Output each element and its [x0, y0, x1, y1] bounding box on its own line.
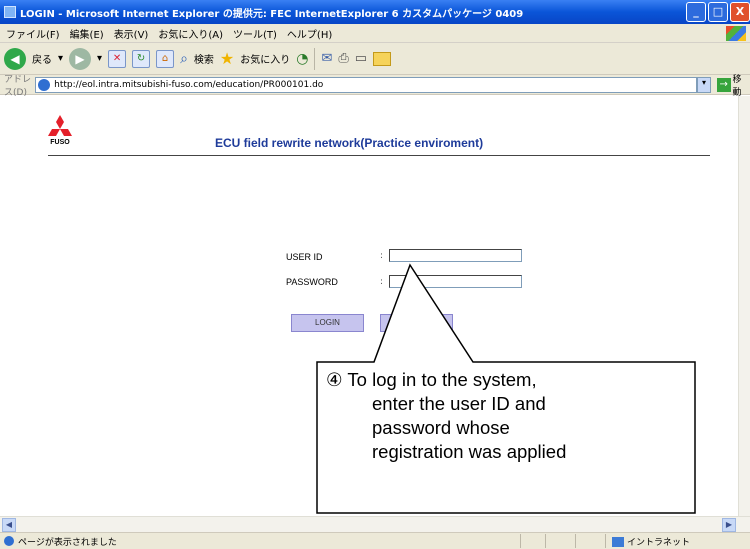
page-loaded-icon: [4, 536, 14, 546]
forward-dropdown-icon[interactable]: ▾: [97, 53, 102, 64]
address-bar: アドレス(D) http://eol.intra.mitsubishi-fuso…: [0, 72, 750, 98]
callout-line-3: password whose: [372, 417, 510, 438]
toolbar: ◀ 戻る ▾ ▶ ▾ ✕ ↻ ⌂ ⌕ 検索 ★ お気に入り ◔ ✉ ⎙ ▭: [0, 43, 750, 75]
address-url: http://eol.intra.mitsubishi-fuso.com/edu…: [54, 79, 324, 90]
callout-line-4: registration was applied: [372, 441, 567, 462]
minimize-button[interactable]: _: [686, 2, 706, 22]
ie-app-icon: [4, 6, 16, 18]
callout-text: ④ To log in to the system, enter the use…: [326, 368, 686, 464]
menu-help[interactable]: ヘルプ(H): [287, 26, 332, 41]
page-icon: [38, 78, 51, 91]
status-panel-divider: [545, 534, 546, 548]
vertical-scrollbar[interactable]: [738, 96, 750, 516]
status-panel-divider: [575, 534, 576, 548]
password-label: PASSWORD: [286, 277, 338, 287]
stop-icon[interactable]: ✕: [108, 49, 127, 68]
go-button[interactable]: → 移動: [716, 72, 750, 98]
toolbar-separator: [314, 47, 316, 70]
go-button-label: 移動: [732, 74, 742, 98]
horizontal-scrollbar[interactable]: ◀ ▶: [0, 516, 750, 532]
home-icon[interactable]: ⌂: [156, 49, 175, 68]
back-dropdown-icon[interactable]: ▾: [58, 53, 63, 64]
user-id-label: USER ID: [286, 252, 323, 262]
user-id-input[interactable]: [389, 249, 522, 262]
address-label: アドレス(D): [4, 74, 32, 98]
edit-icon[interactable]: ▭: [355, 51, 367, 66]
zone-label: イントラネット: [627, 538, 691, 548]
logo-text: FUSO: [50, 139, 70, 146]
callout-number: ④: [326, 369, 343, 390]
search-button-label[interactable]: 検索: [194, 51, 214, 66]
login-button[interactable]: LOGIN: [291, 314, 364, 332]
password-input[interactable]: [389, 275, 522, 288]
refresh-icon[interactable]: ↻: [132, 49, 151, 68]
callout-line-1: To log in to the system,: [347, 369, 537, 390]
back-arrow-icon[interactable]: ◀: [4, 47, 26, 70]
search-icon[interactable]: ⌕: [180, 51, 188, 67]
go-arrow-icon: →: [716, 77, 731, 92]
window-titlebar: LOGIN - Microsoft Internet Explorer の提供元…: [0, 0, 750, 24]
status-message: ページが表示されました: [18, 537, 117, 548]
clear-button[interactable]: [380, 314, 453, 332]
folder-icon[interactable]: [373, 51, 392, 66]
address-input[interactable]: http://eol.intra.mitsubishi-fuso.com/edu…: [35, 76, 698, 93]
history-icon[interactable]: ◔: [296, 51, 308, 67]
status-panel-divider: [605, 534, 606, 548]
print-icon[interactable]: ⎙: [338, 51, 348, 66]
page-title: ECU field rewrite network(Practice envir…: [215, 136, 484, 150]
menu-tools[interactable]: ツール(T): [233, 26, 277, 41]
windows-logo-icon: [726, 26, 746, 41]
window-title: LOGIN - Microsoft Internet Explorer の提供元…: [20, 8, 524, 20]
scroll-right-icon[interactable]: ▶: [722, 518, 736, 532]
menu-bar: ファイル(F) 編集(E) 表示(V) お気に入り(A) ツール(T) ヘルプ(…: [0, 24, 750, 43]
status-bar: ページが表示されました イントラネット: [0, 532, 750, 549]
close-button[interactable]: X: [730, 2, 750, 22]
scroll-left-icon[interactable]: ◀: [2, 518, 16, 532]
menu-edit[interactable]: 編集(E): [70, 26, 104, 41]
callout-line-2: enter the user ID and: [372, 393, 546, 414]
favorites-star-icon[interactable]: ★: [220, 49, 234, 68]
back-button-label[interactable]: 戻る: [32, 51, 52, 66]
three-diamonds-icon: [48, 115, 72, 136]
status-panel-divider: [520, 534, 521, 548]
password-colon: :: [380, 277, 384, 287]
maximize-button[interactable]: □: [708, 2, 728, 22]
mitsubishi-fuso-logo: FUSO: [40, 113, 80, 149]
security-zone: イントラネット: [612, 535, 690, 548]
intranet-icon: [612, 536, 624, 547]
menu-favorites[interactable]: お気に入り(A): [158, 26, 223, 41]
header-divider: [48, 155, 710, 156]
mail-icon[interactable]: ✉: [321, 51, 332, 66]
favorites-button-label[interactable]: お気に入り: [240, 51, 290, 66]
menu-view[interactable]: 表示(V): [114, 26, 149, 41]
forward-arrow-icon[interactable]: ▶: [69, 47, 92, 70]
user-id-colon: :: [380, 251, 384, 261]
menu-file[interactable]: ファイル(F): [6, 26, 60, 41]
address-dropdown-icon[interactable]: ▾: [697, 76, 711, 93]
